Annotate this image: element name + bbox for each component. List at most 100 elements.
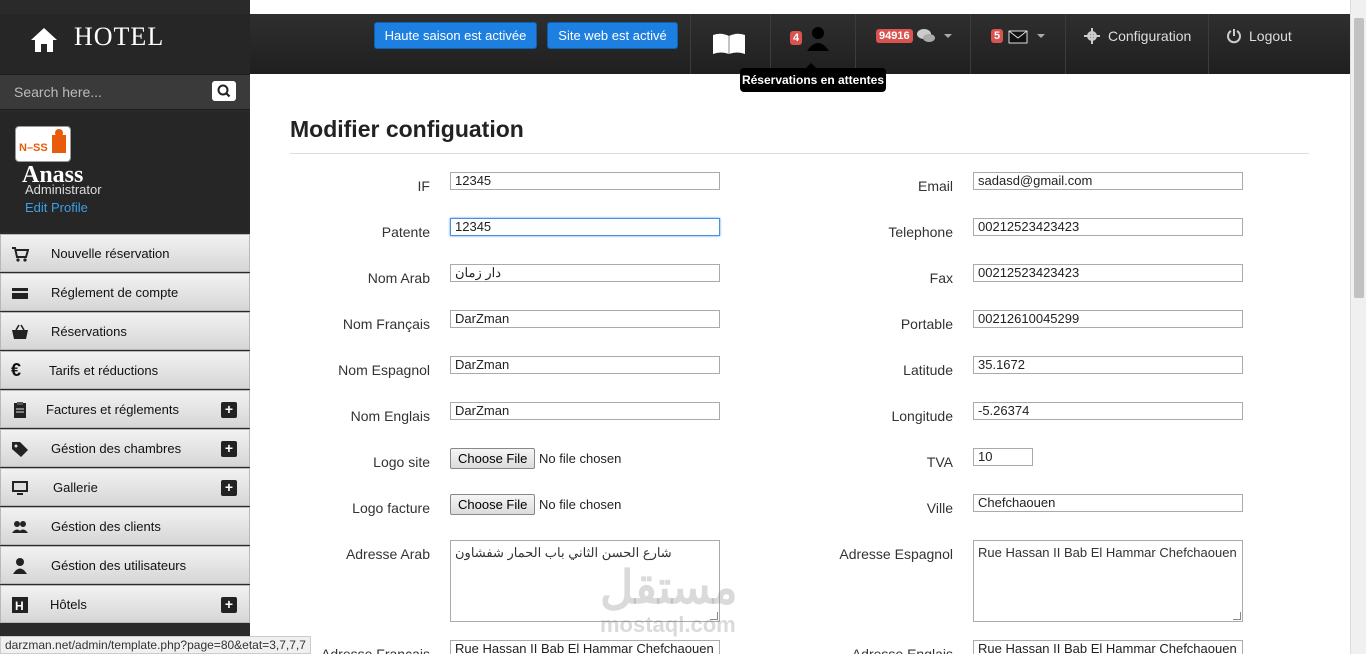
logo-site-label: Logo site: [373, 454, 430, 470]
latitude-field[interactable]: 35.1672: [973, 356, 1243, 374]
page-scrollbar[interactable]: [1350, 0, 1366, 654]
nom-englais-field[interactable]: DarZman: [450, 402, 720, 420]
website-button[interactable]: Site web est activé: [547, 22, 678, 49]
sidebar-item-reglement-compte[interactable]: Réglement de compte: [0, 273, 250, 311]
tva-field[interactable]: 10: [973, 448, 1033, 466]
credit-card-icon: [12, 288, 28, 299]
mail-badge: 5: [991, 29, 1004, 43]
portable-label: Portable: [900, 316, 953, 332]
navbar-divider: [970, 14, 971, 74]
sidebar-item-chambres[interactable]: Géstion des chambres +: [0, 429, 250, 467]
home-icon[interactable]: [30, 26, 58, 54]
adresse-englais-textarea[interactable]: Rue Hassan II Bab El Hammar Chefchaouen: [973, 640, 1243, 654]
sidebar-item-label: Nouvelle réservation: [51, 246, 170, 261]
messages-badge: 94916: [876, 29, 913, 43]
nom-englais-label: Nom Englais: [350, 408, 430, 424]
if-label: IF: [417, 178, 430, 194]
longitude-field[interactable]: -5.26374: [973, 402, 1243, 420]
nom-arab-field[interactable]: دار زمان: [450, 264, 720, 282]
ville-field[interactable]: Chefchaouen: [973, 494, 1243, 512]
user-icon: [13, 558, 27, 574]
resize-handle[interactable]: [1233, 612, 1241, 620]
scrollbar-thumb[interactable]: [1354, 18, 1364, 298]
profile-panel: N–SS Anass Administrator Edit Profile: [0, 112, 250, 232]
status-bar-url: darzman.net/admin/template.php?page=80&e…: [0, 636, 311, 654]
main-content: Modifier configuation IF 12345 Patente 1…: [250, 74, 1350, 654]
clipboard-icon: [14, 402, 26, 418]
search-button[interactable]: [212, 81, 236, 101]
power-icon[interactable]: [1226, 28, 1242, 44]
chevron-down-icon[interactable]: [1037, 34, 1045, 38]
adresse-espagnol-label: Adresse Espagnol: [839, 546, 953, 562]
watermark-arabic: مستقل: [600, 561, 738, 613]
adresse-espagnol-text: Rue Hassan II Bab El Hammar Chefchaouen: [978, 545, 1237, 560]
edit-profile-link[interactable]: Edit Profile: [25, 200, 88, 215]
sidebar-item-tarifs[interactable]: € Tarifs et réductions: [0, 351, 250, 389]
nom-espagnol-field[interactable]: DarZman: [450, 356, 720, 374]
adresse-espagnol-textarea[interactable]: Rue Hassan II Bab El Hammar Chefchaouen: [973, 540, 1243, 622]
navbar-divider: [1208, 14, 1209, 74]
top-strip: [250, 0, 1350, 14]
brand-bar: HOTEL: [0, 14, 250, 74]
search-bar: [0, 74, 250, 110]
portable-field[interactable]: 00212610045299: [973, 310, 1243, 328]
if-field[interactable]: 12345: [450, 172, 720, 190]
sidebar-item-label: Factures et réglements: [46, 402, 179, 417]
navbar-divider: [770, 14, 771, 74]
reservations-badge: 4: [790, 31, 803, 45]
navbar-divider: [1065, 14, 1066, 74]
email-field[interactable]: sadasd@gmail.com: [973, 172, 1243, 190]
logout-link[interactable]: Logout: [1249, 28, 1292, 44]
sidebar-menu: Nouvelle réservation Réglement de compte…: [0, 234, 250, 624]
expand-plus-icon[interactable]: +: [221, 441, 237, 457]
sidebar-item-utilisateurs[interactable]: Géstion des utilisateurs: [0, 546, 250, 584]
latitude-label: Latitude: [903, 362, 953, 378]
sidebar-item-reservations[interactable]: Réservations: [0, 312, 250, 350]
sidebar-item-label: Tarifs et réductions: [49, 363, 159, 378]
book-icon[interactable]: [712, 32, 746, 56]
telephone-field[interactable]: 00212523423423: [973, 218, 1243, 236]
adresse-arab-text: شارع الحسن الثاني باب الحمار شفشاون: [455, 545, 672, 560]
patente-field[interactable]: 12345: [450, 218, 720, 236]
watermark-latin: mostaql.com: [600, 612, 736, 637]
pending-reservations-icon[interactable]: [806, 25, 830, 51]
sidebar-item-nouvelle-reservation[interactable]: Nouvelle réservation: [0, 234, 250, 272]
nom-espagnol-label: Nom Espagnol: [338, 362, 430, 378]
fax-field[interactable]: 00212523423423: [973, 264, 1243, 282]
adresse-englais-label: Adresse Englais: [851, 646, 953, 654]
adresse-arab-label: Adresse Arab: [345, 546, 430, 562]
reservations-tooltip: Réservations en attentes: [740, 63, 886, 92]
expand-plus-icon[interactable]: +: [221, 402, 237, 418]
logo-facture-choose-file-button[interactable]: Choose File: [450, 494, 536, 515]
logo-site-file-status: No file chosen: [539, 451, 622, 466]
top-navbar: Haute saison est activée Site web est ac…: [250, 14, 1350, 74]
sidebar-item-label: Géstion des chambres: [51, 441, 182, 456]
sidebar-item-hotels[interactable]: H Hôtels +: [0, 585, 250, 623]
sidebar-item-clients[interactable]: Géstion des clients: [0, 507, 250, 545]
sidebar: HOTEL N–SS Anass Administrator Edit Prof…: [0, 0, 250, 654]
chevron-down-icon[interactable]: [944, 34, 952, 38]
adresse-francais-textarea[interactable]: Rue Hassan II Bab El Hammar Chefchaouen: [450, 640, 720, 654]
basket-icon: [12, 324, 28, 339]
comments-icon[interactable]: [916, 27, 936, 45]
season-button[interactable]: Haute saison est activée: [374, 22, 537, 49]
tag-icon: [12, 442, 28, 457]
mail-icon[interactable]: [1008, 30, 1028, 44]
sidebar-item-label: Réservations: [51, 324, 127, 339]
sidebar-item-factures[interactable]: Factures et réglements +: [0, 390, 250, 428]
hotel-icon: H: [12, 597, 28, 613]
sidebar-item-label: Géstion des utilisateurs: [51, 558, 187, 573]
expand-plus-icon[interactable]: +: [221, 597, 237, 613]
logo-site-choose-file-button[interactable]: Choose File: [450, 448, 536, 469]
nom-francais-field[interactable]: DarZman: [450, 310, 720, 328]
ville-label: Ville: [926, 500, 953, 516]
expand-plus-icon[interactable]: +: [221, 480, 237, 496]
sidebar-item-gallerie[interactable]: Gallerie +: [0, 468, 250, 506]
configuration-link[interactable]: Configuration: [1108, 28, 1191, 44]
sidebar-item-label: Gallerie: [53, 480, 98, 495]
gear-icon[interactable]: [1084, 28, 1100, 44]
search-input[interactable]: [6, 79, 206, 105]
sidebar-item-label: Réglement de compte: [51, 285, 179, 300]
patente-label: Patente: [381, 224, 430, 240]
brand-title[interactable]: HOTEL: [74, 22, 164, 52]
